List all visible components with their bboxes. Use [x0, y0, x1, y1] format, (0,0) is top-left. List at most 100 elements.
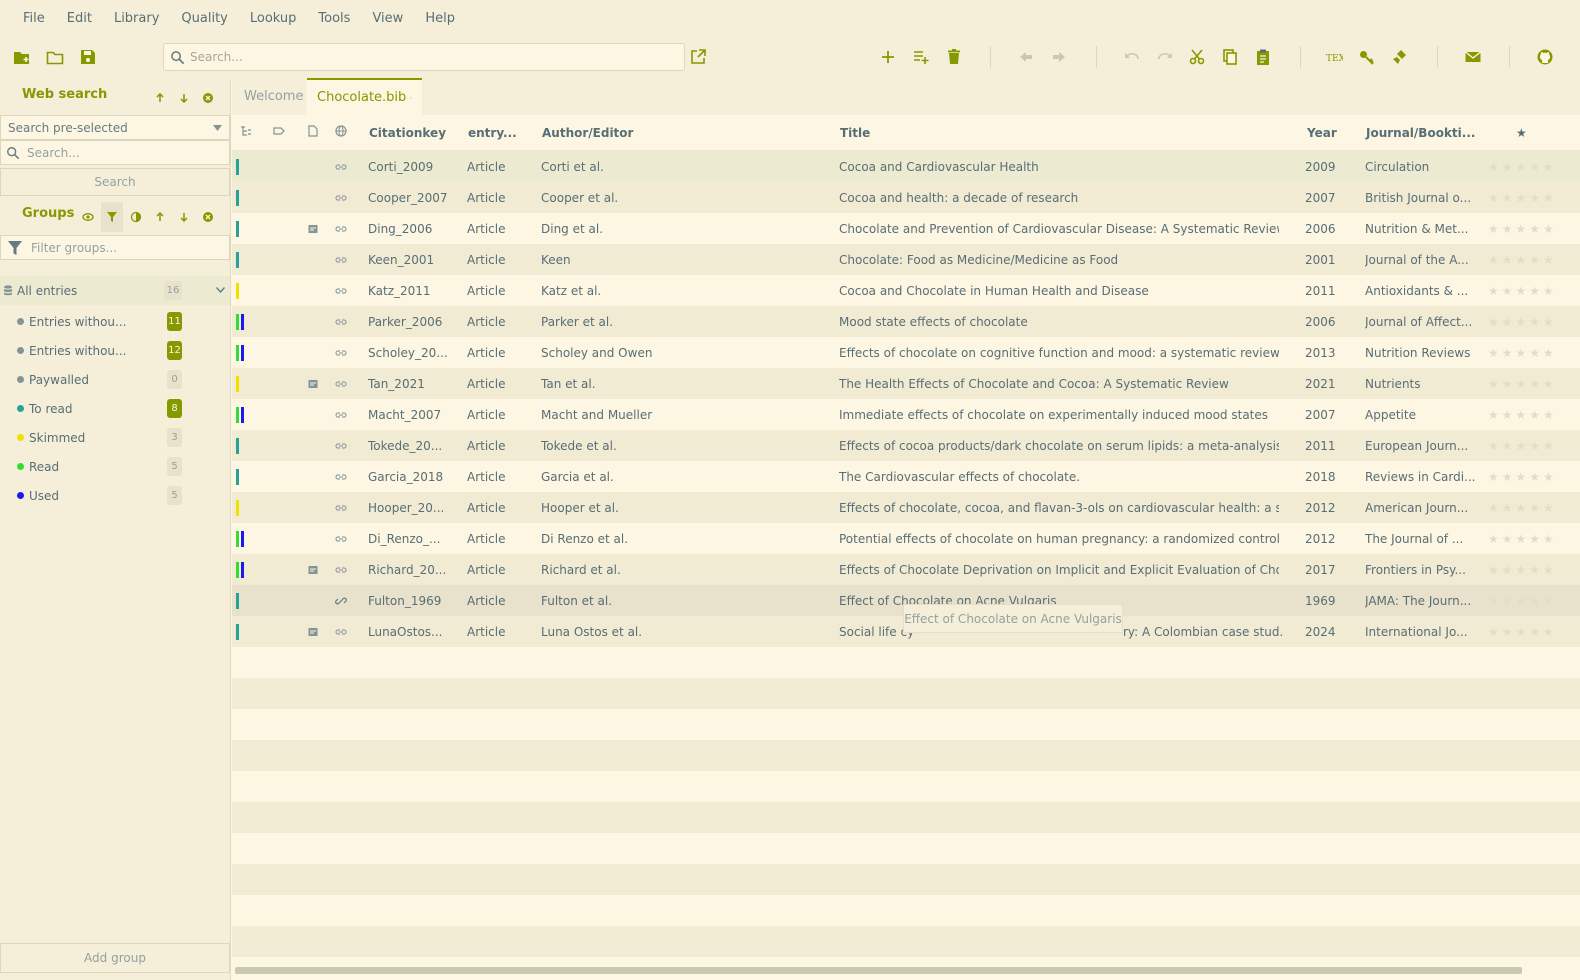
rank-stars[interactable]: ★★★★★	[1488, 337, 1557, 368]
close-web-search-icon[interactable]	[200, 90, 216, 106]
link-icon[interactable]	[335, 399, 347, 430]
link-icon[interactable]	[335, 244, 347, 275]
tab-welcome[interactable]: Welcome	[234, 78, 313, 115]
redo-icon[interactable]	[1153, 45, 1177, 69]
link-icon[interactable]	[335, 585, 347, 616]
tab-chocolate-bib[interactable]: Chocolate.bib	[307, 78, 422, 115]
table-row[interactable]: Keen_2001 Article Keen Chocolate: Food as M…	[232, 244, 1580, 275]
add-entry-icon[interactable]	[876, 45, 900, 69]
menu-quality[interactable]: Quality	[170, 11, 238, 26]
label-column-icon[interactable]	[273, 125, 287, 139]
group-item[interactable]: Used 5	[0, 481, 230, 510]
file-icon[interactable]	[307, 213, 319, 244]
tex-icon[interactable]: TEX	[1322, 45, 1346, 69]
group-move-down-icon[interactable]	[176, 209, 192, 225]
table-row[interactable]: Katz_2011 Article Katz et al. Cocoa and Cho…	[232, 275, 1580, 306]
rank-stars[interactable]: ★★★★★	[1488, 523, 1557, 554]
group-all-entries[interactable]: All entries 16	[0, 276, 230, 305]
table-row[interactable]: Cooper_2007 Article Cooper et al. Cocoa and…	[232, 182, 1580, 213]
menu-lookup[interactable]: Lookup	[239, 11, 308, 26]
paste-icon[interactable]	[1251, 45, 1275, 69]
cut-icon[interactable]	[1185, 45, 1209, 69]
back-icon[interactable]	[1014, 45, 1038, 69]
file-column-icon[interactable]	[307, 125, 321, 139]
column-citationkey[interactable]: Citationkey	[369, 115, 446, 151]
rank-stars[interactable]: ★★★★★	[1488, 244, 1557, 275]
group-item[interactable]: Entries withou... 12	[0, 336, 230, 365]
add-entry-from-id-icon[interactable]	[909, 45, 933, 69]
rank-stars[interactable]: ★★★★★	[1488, 616, 1557, 647]
column-author[interactable]: Author/Editor	[542, 115, 633, 151]
rank-stars[interactable]: ★★★★★	[1488, 585, 1557, 616]
column-entrytype[interactable]: entry...	[468, 115, 517, 151]
key-icon[interactable]	[1355, 45, 1379, 69]
intersection-icon[interactable]	[128, 209, 144, 225]
group-item[interactable]: Paywalled 0	[0, 365, 230, 394]
web-search-button[interactable]: Search	[0, 168, 230, 196]
link-icon[interactable]	[335, 554, 347, 585]
rank-stars[interactable]: ★★★★★	[1488, 368, 1557, 399]
link-icon[interactable]	[335, 275, 347, 306]
link-icon[interactable]	[335, 461, 347, 492]
rank-stars[interactable]: ★★★★★	[1488, 275, 1557, 306]
group-item[interactable]: Entries withou... 11	[0, 307, 230, 336]
email-icon[interactable]	[1461, 45, 1485, 69]
link-icon[interactable]	[335, 368, 347, 399]
link-icon[interactable]	[335, 523, 347, 554]
chevron-down-icon[interactable]	[216, 287, 225, 293]
link-icon[interactable]	[335, 337, 347, 368]
rank-stars[interactable]: ★★★★★	[1488, 430, 1557, 461]
add-group-button[interactable]: Add group	[0, 943, 230, 973]
global-search-input[interactable]	[190, 47, 670, 67]
link-icon[interactable]	[335, 492, 347, 523]
rank-stars[interactable]: ★★★★★	[1488, 182, 1557, 213]
open-library-icon[interactable]	[43, 45, 67, 69]
link-icon[interactable]	[335, 616, 347, 647]
rank-stars[interactable]: ★★★★★	[1488, 554, 1557, 585]
menu-file[interactable]: File	[12, 11, 56, 26]
copy-icon[interactable]	[1218, 45, 1242, 69]
link-icon[interactable]	[335, 151, 347, 182]
table-row[interactable]: Hooper_20... Article Hooper et al. Effects …	[232, 492, 1580, 523]
rank-stars[interactable]: ★★★★★	[1488, 306, 1557, 337]
table-row[interactable]: Richard_20... Article Richard et al. Effect…	[232, 554, 1580, 585]
filter-toggle-icon[interactable]	[101, 202, 123, 232]
table-row[interactable]: Garcia_2018 Article Garcia et al. The Cardi…	[232, 461, 1580, 492]
filter-groups-field[interactable]: Filter groups...	[0, 235, 230, 260]
close-icon[interactable]	[410, 93, 412, 103]
table-row[interactable]: Ding_2006 Article Ding et al. Chocolate and…	[232, 213, 1580, 244]
link-icon[interactable]	[335, 430, 347, 461]
column-year[interactable]: Year	[1307, 115, 1337, 151]
close-groups-icon[interactable]	[200, 209, 216, 225]
web-search-field[interactable]: Search...	[0, 140, 230, 165]
move-up-icon[interactable]	[152, 90, 168, 106]
rank-stars[interactable]: ★★★★★	[1488, 399, 1557, 430]
forward-icon[interactable]	[1047, 45, 1071, 69]
link-icon[interactable]	[335, 306, 347, 337]
new-library-icon[interactable]	[10, 45, 34, 69]
file-icon[interactable]	[307, 368, 319, 399]
column-title[interactable]: Title	[840, 115, 870, 151]
column-journal[interactable]: Journal/Bookti...	[1366, 115, 1475, 151]
menu-tools[interactable]: Tools	[307, 11, 361, 26]
table-row[interactable]: Corti_2009 Article Corti et al. Cocoa and C…	[232, 151, 1580, 182]
table-row[interactable]: Parker_2006 Article Parker et al. Mood stat…	[232, 306, 1580, 337]
open-external-icon[interactable]	[686, 45, 710, 69]
eye-icon[interactable]	[80, 209, 96, 225]
undo-icon[interactable]	[1120, 45, 1144, 69]
menu-library[interactable]: Library	[103, 11, 170, 26]
link-icon[interactable]	[335, 182, 347, 213]
column-rank[interactable]: ★	[1516, 115, 1527, 151]
rank-stars[interactable]: ★★★★★	[1488, 461, 1557, 492]
group-item[interactable]: Skimmed 3	[0, 423, 230, 452]
file-icon[interactable]	[307, 616, 319, 647]
save-icon[interactable]	[76, 45, 100, 69]
group-item[interactable]: To read 8	[0, 394, 230, 423]
menu-edit[interactable]: Edit	[56, 11, 103, 26]
table-row[interactable]: Tokede_20... Article Tokede et al. Effects …	[232, 430, 1580, 461]
menu-view[interactable]: View	[361, 11, 414, 26]
cleanup-icon[interactable]	[1388, 45, 1412, 69]
rank-stars[interactable]: ★★★★★	[1488, 151, 1557, 182]
group-column-icon[interactable]	[240, 125, 254, 139]
menu-help[interactable]: Help	[414, 11, 466, 26]
